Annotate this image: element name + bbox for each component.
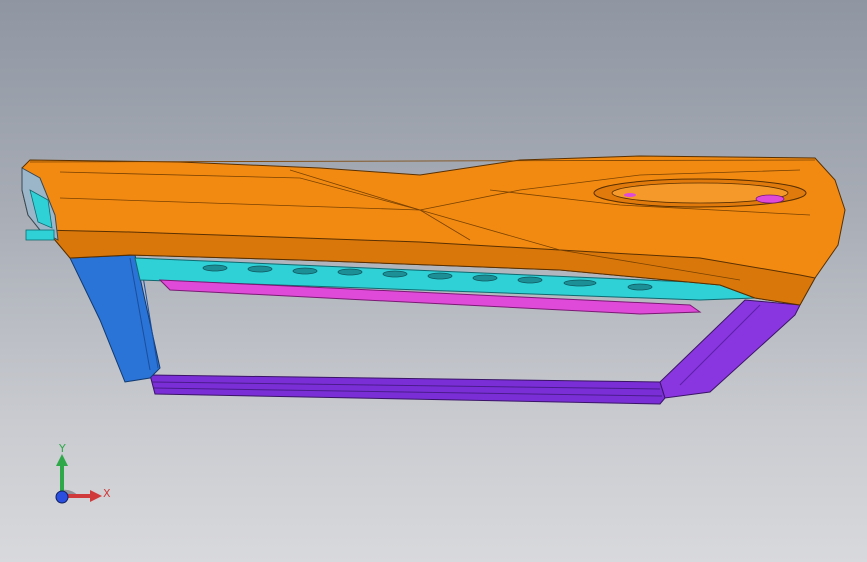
x-axis-label: X: [103, 487, 111, 500]
bottom-bracket[interactable]: [149, 374, 666, 405]
3d-model[interactable]: [0, 0, 867, 562]
handle-cup[interactable]: [593, 178, 807, 208]
right-bracket[interactable]: [659, 299, 801, 399]
z-axis-origin-icon: [55, 490, 69, 504]
y-axis-label: Y: [59, 442, 66, 455]
graphics-viewport[interactable]: Y X: [0, 0, 867, 562]
orientation-triad: [55, 454, 102, 504]
